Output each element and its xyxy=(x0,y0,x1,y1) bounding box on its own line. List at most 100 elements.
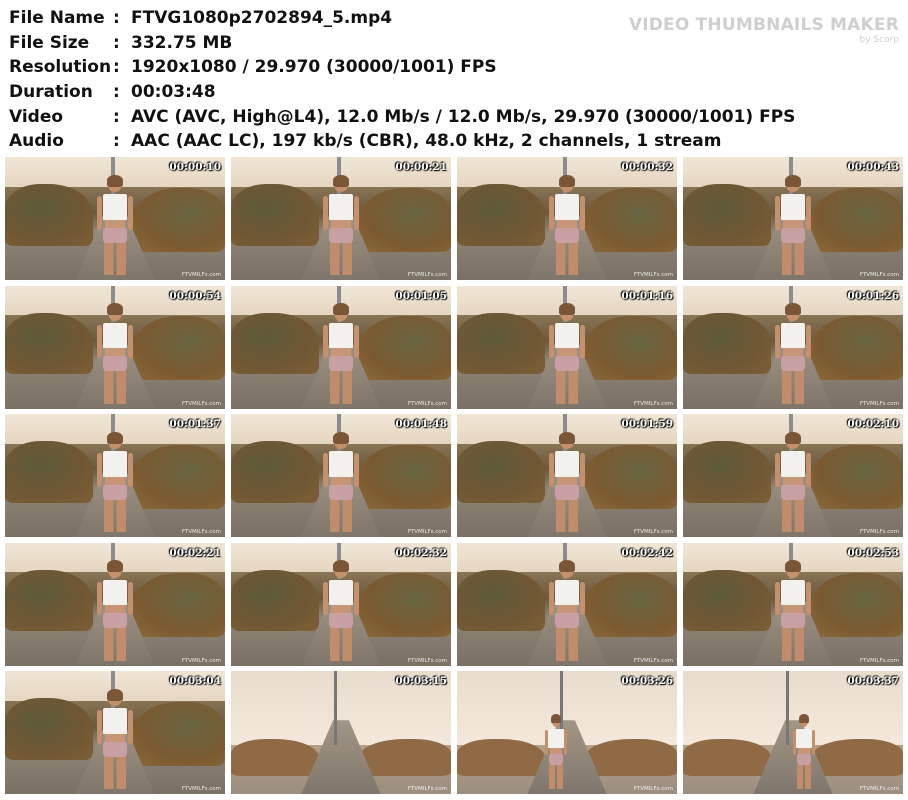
separator: : xyxy=(113,57,120,78)
figure-top xyxy=(102,322,128,349)
thumbnail[interactable]: 00:01:16 FTVMILFs.com xyxy=(457,285,677,409)
scene-bush-l xyxy=(683,738,771,776)
thumbnail[interactable]: 00:03:26 FTVMILFs.com xyxy=(457,671,677,794)
separator: : xyxy=(113,32,120,53)
person-figure xyxy=(775,560,811,661)
duration-value: 00:03:48 xyxy=(131,82,216,103)
scene-bush-l xyxy=(231,738,319,776)
scene-bush-l xyxy=(457,569,545,632)
figure-hair xyxy=(106,688,124,701)
figure-arm-l xyxy=(97,453,103,487)
timestamp: 00:00:54 xyxy=(169,289,221,302)
scene-bush-l xyxy=(683,441,771,503)
figure-arm-l xyxy=(97,581,103,616)
thumbnail[interactable]: 00:02:53 FTVMILFs.com xyxy=(683,542,903,666)
watermark: FTVMILFs.com xyxy=(859,272,899,278)
figure-hair xyxy=(558,174,576,187)
figure-legs xyxy=(549,763,563,790)
figure-midriff xyxy=(549,746,563,754)
person-figure xyxy=(549,431,585,533)
thumbnail[interactable]: 00:00:21 FTVMILFs.com xyxy=(231,157,451,280)
scene-bush-r xyxy=(358,738,451,776)
figure-hair xyxy=(332,303,350,316)
figure-hair xyxy=(558,303,576,316)
scene-bush-r xyxy=(810,444,903,509)
scene-bush-r xyxy=(132,701,225,766)
thumbnail[interactable]: 00:00:32 FTVMILFs.com xyxy=(457,157,677,280)
figure-arm-r xyxy=(353,453,359,487)
video-value: AVC (AVC, High@L4), 12.0 Mb/s / 12.0 Mb/… xyxy=(131,106,796,127)
figure-hair xyxy=(784,174,802,187)
file-size-label: File Size xyxy=(9,32,90,53)
figure-top xyxy=(554,194,580,220)
figure-arm-l xyxy=(97,324,103,359)
timestamp: 00:01:26 xyxy=(847,289,899,302)
figure-hair xyxy=(332,431,350,444)
person-figure xyxy=(97,303,133,404)
figure-top xyxy=(328,579,354,606)
figure-legs xyxy=(556,627,578,661)
figure-shorts xyxy=(329,226,353,243)
timestamp: 00:02:10 xyxy=(847,418,899,430)
scene-bush-r xyxy=(584,316,677,381)
person-figure xyxy=(545,713,567,790)
figure-arm-r xyxy=(579,453,585,487)
scene-pole xyxy=(786,671,790,745)
video-label: Video xyxy=(9,106,64,127)
scene-bush-l xyxy=(457,738,545,776)
figure-hair xyxy=(784,431,802,444)
scene-bush-l xyxy=(457,441,545,503)
person-figure xyxy=(775,174,811,276)
scene-bush-r xyxy=(358,187,451,252)
thumbnail[interactable]: 00:01:59 FTVMILFs.com xyxy=(457,414,677,537)
person-figure xyxy=(97,560,133,661)
thumbnail[interactable]: 00:02:10 FTVMILFs.com xyxy=(683,414,903,537)
figure-shorts xyxy=(555,612,579,629)
scene-bush-r xyxy=(810,316,903,381)
figure-shorts xyxy=(103,483,127,500)
watermark: FTVMILFs.com xyxy=(407,529,447,535)
figure-hair xyxy=(550,713,562,723)
scene-bush-l xyxy=(5,569,93,632)
figure-legs xyxy=(104,498,126,533)
thumbnail[interactable]: 00:01:37 FTVMILFs.com xyxy=(5,414,225,537)
figure-hair xyxy=(106,431,124,444)
thumbnail[interactable]: 00:01:26 FTVMILFs.com xyxy=(683,285,903,409)
file-size-value: 332.75 MB xyxy=(131,32,233,53)
timestamp: 00:00:43 xyxy=(847,161,899,173)
thumbnail[interactable]: 00:03:37 FTVMILFs.com xyxy=(683,671,903,794)
figure-top xyxy=(780,194,806,220)
scene-bush-l xyxy=(231,569,319,632)
figure-legs xyxy=(782,627,804,661)
figure-midriff xyxy=(105,347,125,357)
thumbnail[interactable]: 00:00:54 FTVMILFs.com xyxy=(5,285,225,409)
thumbnail[interactable]: 00:03:04 FTVMILFs.com xyxy=(5,671,225,794)
figure-legs xyxy=(556,241,578,276)
thumbnail[interactable]: 00:00:10 FTVMILFs.com xyxy=(5,157,225,280)
figure-top xyxy=(796,728,812,748)
thumbnail[interactable]: 00:01:05 FTVMILFs.com xyxy=(231,285,451,409)
figure-legs xyxy=(104,755,126,790)
scene-bush-r xyxy=(132,316,225,381)
thumbnail[interactable]: 00:03:15 FTVMILFs.com xyxy=(231,671,451,794)
brand-logo: VIDEO THUMBNAILS MAKER by Scorp xyxy=(629,15,899,45)
thumbnail[interactable]: 00:02:21 FTVMILFs.com xyxy=(5,542,225,666)
figure-midriff xyxy=(783,347,803,357)
figure-hair xyxy=(106,303,124,316)
figure-arm-l xyxy=(323,581,329,616)
thumbnail[interactable]: 00:02:42 FTVMILFs.com xyxy=(457,542,677,666)
watermark: FTVMILFs.com xyxy=(181,529,221,535)
figure-top xyxy=(328,322,354,349)
timestamp: 00:00:21 xyxy=(395,161,447,173)
figure-midriff xyxy=(557,604,577,614)
timestamp: 00:01:16 xyxy=(621,289,673,302)
figure-shorts xyxy=(548,752,564,765)
figure-shorts xyxy=(555,355,579,372)
figure-arm-r xyxy=(127,581,133,616)
thumbnail[interactable]: 00:01:48 FTVMILFs.com xyxy=(231,414,451,537)
figure-arm-r xyxy=(353,196,359,230)
thumbnail[interactable]: 00:00:43 FTVMILFs.com xyxy=(683,157,903,280)
figure-shorts xyxy=(329,483,353,500)
thumbnail[interactable]: 00:02:32 FTVMILFs.com xyxy=(231,542,451,666)
figure-legs xyxy=(556,370,578,404)
